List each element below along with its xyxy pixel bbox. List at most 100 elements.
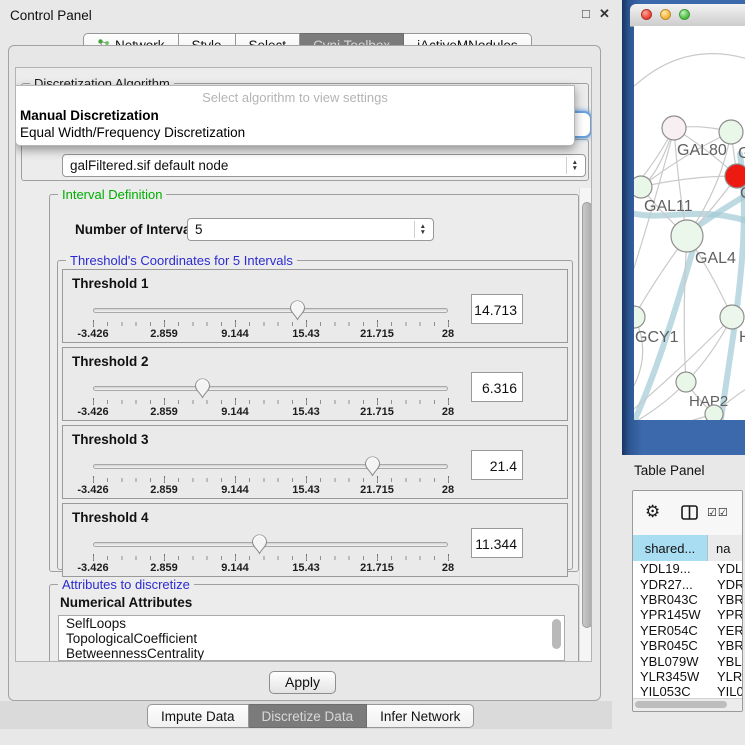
threshold-row: Threshold 2 -3.426 2.859 9.144 15.43 (62, 347, 568, 421)
gear-icon[interactable]: ⚙ (645, 502, 660, 522)
control-panel: Control Panel □ ✕ Network (0, 0, 612, 745)
attributes-group-title: Attributes to discretize (58, 577, 194, 592)
table-header-row: shared... na (633, 535, 742, 561)
table-row[interactable]: YBR045C YBR0 (633, 638, 742, 653)
bottom-tab[interactable]: Discretize Data (249, 704, 368, 728)
threshold-label: Threshold 3 (72, 432, 149, 447)
network-node-label: GCY1 (635, 329, 679, 346)
table-row[interactable]: YPR145W YPR1 (633, 607, 742, 622)
network-node[interactable] (671, 220, 703, 252)
threshold-slider[interactable]: -3.426 2.859 9.144 15.43 21.715 28 (93, 380, 448, 418)
table-cell: YDR2 (708, 577, 742, 592)
interval-definition-title: Interval Definition (58, 187, 166, 202)
network-window-titlebar[interactable] (630, 4, 745, 27)
table-cell: YLR345W (633, 669, 708, 684)
table-row[interactable]: YBR043C YBR0 (633, 592, 742, 607)
slider-thumb[interactable] (251, 534, 268, 555)
table-row[interactable]: YLR345W YLR3 (633, 669, 742, 684)
table-column-header[interactable]: shared... (633, 535, 708, 561)
table-cell: YDL19... (633, 561, 708, 576)
slider-track[interactable] (93, 464, 448, 469)
table-horizontal-scrollbar[interactable] (633, 698, 742, 711)
discretize-settings-viewport: Discretization Algorithm Select algorith… (15, 67, 592, 662)
threshold-value-field[interactable]: 14.713 (471, 294, 523, 324)
threshold-slider[interactable]: -3.426 2.859 9.144 15.43 21.715 28 (93, 458, 448, 496)
threshold-value-field[interactable]: 11.344 (471, 528, 523, 558)
table-cell: YPR145W (633, 607, 708, 622)
table-cell: YER054C (633, 623, 708, 638)
attribute-list-item[interactable]: TopologicalCoefficient (59, 631, 564, 646)
network-node[interactable] (634, 306, 645, 328)
table-row[interactable]: YDR27... YDR2 (633, 576, 742, 591)
slider-thumb[interactable] (364, 456, 381, 477)
numerical-attributes-label: Numerical Attributes (60, 595, 192, 610)
table-row[interactable]: YER054C YER0 (633, 623, 742, 638)
table-row[interactable]: YBL079W YBL0 (633, 653, 742, 668)
table-column-header[interactable]: na (708, 535, 742, 561)
close-panel-button[interactable]: ✕ (599, 6, 610, 22)
table-data-combobox[interactable]: galFiltered.sif default node ▲▼ (62, 154, 586, 177)
table-toolbar: ⚙ ☑☑ (633, 491, 742, 536)
slider-minor-ticks (93, 400, 449, 404)
interval-definition-groupbox: Interval Definition Number of Intervals … (49, 194, 579, 572)
number-of-intervals-combobox[interactable]: 5 ▲▼ (187, 218, 434, 241)
network-view-window[interactable]: GAL80GACGAL11GAL4GCY1HHAP2 (622, 0, 745, 455)
table-row[interactable]: YDL19... YDL1 (633, 561, 742, 576)
network-node-label: GAL11 (644, 198, 693, 215)
number-of-intervals-label: Number of Intervals (75, 222, 202, 237)
float-window-button[interactable]: □ (582, 6, 590, 22)
algorithm-option[interactable]: Manual Discretization (16, 107, 574, 124)
spinner-arrows-icon: ▲▼ (566, 157, 578, 173)
scrollbar-thumb[interactable] (582, 202, 592, 628)
network-node[interactable] (662, 116, 686, 140)
threshold-slider[interactable]: -3.426 2.859 9.144 15.43 21.715 28 (93, 302, 448, 340)
mac-zoom-icon[interactable] (679, 9, 690, 20)
attributes-groupbox: Attributes to discretize Numerical Attri… (49, 584, 579, 662)
slider-thumb[interactable] (289, 300, 306, 321)
slider-track[interactable] (93, 542, 448, 547)
threshold-value-field[interactable]: 6.316 (471, 372, 523, 402)
network-canvas-svg: GAL80GACGAL11GAL4GCY1HHAP2 (634, 26, 745, 420)
threshold-row: Threshold 4 -3.426 2.859 9.144 15.43 (62, 503, 568, 577)
attributes-list-scrollbar[interactable] (552, 619, 561, 649)
network-node-label: GAL4 (695, 250, 736, 267)
threshold-value-field[interactable]: 21.4 (471, 450, 523, 480)
network-node[interactable] (634, 176, 652, 198)
slider-minor-ticks (93, 478, 449, 482)
settings-vertical-scrollbar[interactable] (579, 188, 592, 662)
numerical-attributes-list: SelfLoops TopologicalCoefficient Between… (58, 615, 565, 661)
algorithm-dropdown-popup: Select algorithm to view settings Manual… (15, 85, 575, 146)
table-cell: YDR27... (633, 577, 708, 592)
network-node[interactable] (676, 372, 696, 392)
select-columns-icon[interactable]: ☑☑ (707, 506, 729, 519)
attribute-list-item[interactable]: SelfLoops (59, 616, 564, 631)
slider-track[interactable] (93, 386, 448, 391)
threshold-slider[interactable]: -3.426 2.859 9.144 15.43 21.715 28 (93, 536, 448, 574)
slider-minor-ticks (93, 322, 449, 326)
network-node[interactable] (720, 305, 744, 329)
attribute-list-item[interactable]: BetweennessCentrality (59, 646, 564, 661)
algorithm-option[interactable]: Equal Width/Frequency Discretization (16, 124, 574, 141)
network-node[interactable] (705, 405, 723, 420)
bottom-tab-bar: Impute Data Discretize Data Infer Networ… (147, 704, 474, 728)
table-cell: YPR1 (708, 607, 742, 622)
split-columns-icon[interactable] (681, 505, 698, 523)
slider-track[interactable] (93, 308, 448, 313)
panel-title: Control Panel (10, 8, 92, 23)
network-canvas[interactable]: GAL80GACGAL11GAL4GCY1HHAP2 (634, 26, 745, 420)
scrollbar-thumb[interactable] (635, 701, 727, 708)
table-row[interactable]: YIL053C YIL0 (633, 684, 742, 699)
table-cell: YBR045C (633, 638, 708, 653)
threshold-label: Threshold 1 (72, 276, 149, 291)
bottom-tab[interactable]: Infer Network (367, 704, 474, 728)
table-cell: YLR3 (708, 669, 742, 684)
network-node[interactable] (719, 120, 743, 144)
table-cell: YBR043C (633, 592, 708, 607)
table-cell: YBR0 (708, 638, 742, 653)
apply-button[interactable]: Apply (269, 671, 336, 694)
mac-close-icon[interactable] (641, 9, 652, 20)
mac-minimize-icon[interactable] (660, 9, 671, 20)
slider-thumb[interactable] (194, 378, 211, 399)
bottom-tab[interactable]: Impute Data (147, 704, 249, 728)
threshold-label: Threshold 2 (72, 354, 149, 369)
